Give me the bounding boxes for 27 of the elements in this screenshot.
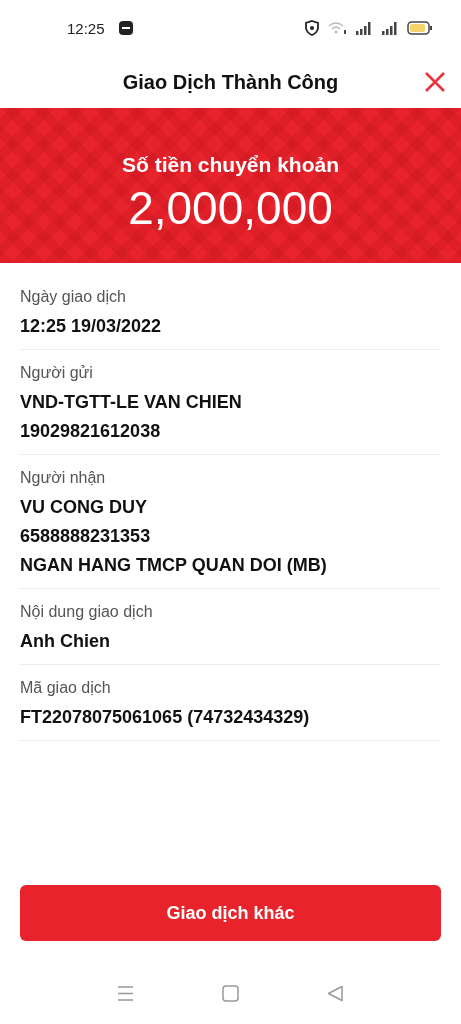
field-value: 12:25 19/03/2022 [20,315,163,338]
field-value: Anh Chien [20,630,111,653]
field-value: VU CONG DUY [20,496,148,519]
field-label: Ngày giao dịch [20,287,127,307]
field-label: Nội dung giao dịch [20,602,154,622]
amount-label: Số tiền chuyển khoản [121,152,339,178]
battery-icon [407,21,433,35]
status-time: 12:25 [67,19,105,37]
menu-icon[interactable] [117,985,134,1002]
other-transaction-button[interactable]: Giao dịch khác [20,885,441,941]
field-value: 6588888231353 [20,525,152,548]
field-label: Người nhận [20,468,107,488]
home-icon[interactable] [222,985,239,1002]
field-value: 19029821612038 [20,420,162,443]
field-value: NGAN HANG TMCP QUAN DOI (MB) [20,554,328,577]
shield-icon [305,20,319,36]
wifi-icon [327,21,347,35]
field-value: FT22078075061065 (74732434329) [20,706,311,729]
page-title: Giao Dịch Thành Công [122,70,339,94]
back-icon[interactable] [327,985,344,1002]
field-label: Mã giao dịch [20,678,112,698]
field-value: VND-TGTT-LE VAN CHIEN [20,391,243,414]
signal-icon [355,21,373,35]
signal-icon [381,21,399,35]
field-label: Người gửi [20,363,94,383]
chat-app-icon [118,21,133,35]
amount-value: 2,000,000 [128,181,333,236]
